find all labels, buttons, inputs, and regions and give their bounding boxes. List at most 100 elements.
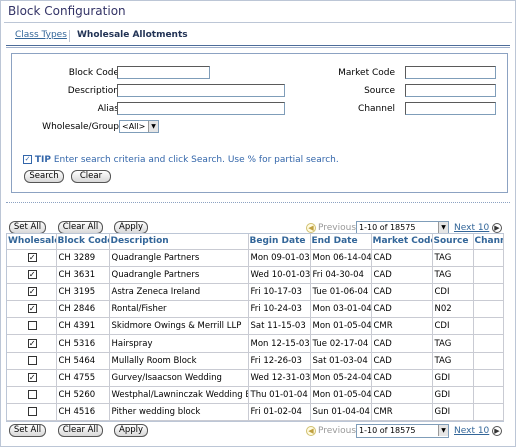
- table-row: CH 4516 Pither wedding block Fri 01-02-04 S…: [7, 403, 504, 422]
- wholesale-checkbox[interactable]: ✓: [27, 252, 37, 262]
- channel-cell: [473, 283, 504, 302]
- chevron-down-icon: ▼: [438, 425, 448, 436]
- wholesale-checkbox[interactable]: [27, 355, 37, 365]
- end-date-cell: Sun 01-04-04: [310, 403, 372, 422]
- channel-cell: [473, 334, 504, 353]
- wholesale-checkbox[interactable]: ✓: [27, 338, 37, 348]
- wholesale-checkbox[interactable]: ✓: [27, 304, 37, 314]
- description-cell: Quadrangle Partners: [109, 249, 249, 267]
- end-date-cell: Mon 05-24-04: [310, 369, 372, 388]
- channel-cell: [473, 249, 504, 267]
- tab-underline: [6, 45, 510, 46]
- block-code-cell: CH 5316: [56, 334, 110, 353]
- source-cell: TAG: [432, 249, 474, 267]
- wholesale-cell: ✓: [7, 300, 57, 319]
- source-cell: N02: [432, 300, 474, 319]
- wholesale-cell: ✓: [7, 249, 57, 267]
- wholesale-group-value: <All>: [122, 122, 146, 131]
- previous-arrow-icon: ◀: [306, 426, 316, 436]
- begin-date-cell: Wed 12-31-03: [248, 369, 311, 388]
- begin-date-cell: Wed 10-01-03: [248, 266, 311, 284]
- tab-underline-secondary: [6, 47, 510, 48]
- channel-label: Channel: [358, 104, 395, 114]
- source-label: Source: [364, 86, 395, 96]
- description-input[interactable]: [117, 84, 285, 97]
- next-link-top[interactable]: Next 10: [454, 223, 489, 233]
- end-date-cell: Mon 01-05-04: [310, 386, 372, 405]
- previous-link-top: Previous: [318, 223, 357, 233]
- wholesale-cell: [7, 403, 57, 422]
- column-header-begin-date: Begin Date: [248, 234, 311, 250]
- wholesale-group-select[interactable]: <All> ▼: [119, 120, 159, 133]
- apply-button-bottom[interactable]: Apply: [114, 424, 148, 437]
- channel-cell: [473, 403, 504, 422]
- source-cell: TAG: [432, 266, 474, 284]
- wholesale-group-label: Wholesale/Group: [42, 122, 119, 132]
- block-code-input[interactable]: [117, 66, 210, 79]
- market-code-cell: CAD: [371, 283, 433, 302]
- table-row: ✓ CH 3195 Astra Zeneca Ireland Fri 10-17-03…: [7, 283, 504, 302]
- clear-all-button-bottom[interactable]: Clear All: [58, 424, 103, 437]
- channel-cell: [473, 369, 504, 388]
- table-body: ✓ CH 3289 Quadrangle Partners Mon 09-01-03 M…: [7, 249, 504, 422]
- block-code-cell: CH 5260: [56, 386, 110, 405]
- wholesale-checkbox[interactable]: [27, 390, 37, 400]
- tab-class-types[interactable]: Class Types: [15, 30, 67, 40]
- next-link-bottom[interactable]: Next 10: [454, 426, 489, 436]
- column-header-source: Source: [432, 234, 474, 250]
- channel-input[interactable]: [405, 102, 496, 115]
- range-value: 1-10 of 18575: [359, 223, 416, 232]
- begin-date-cell: Fri 01-02-04: [248, 403, 311, 422]
- description-label: Description: [67, 86, 119, 96]
- market-code-input[interactable]: [405, 66, 496, 79]
- range-select-bottom[interactable]: 1-10 of 18575 ▼: [356, 424, 449, 438]
- begin-date-cell: Thu 01-01-04: [248, 386, 311, 405]
- tip-label: TIP: [34, 155, 51, 165]
- block-code-cell: CH 3289: [56, 249, 110, 267]
- market-code-cell: CAD: [371, 266, 433, 284]
- end-date-cell: Mon 01-05-04: [310, 317, 372, 336]
- wholesale-checkbox[interactable]: ✓: [27, 286, 37, 296]
- wholesale-cell: ✓: [7, 334, 57, 353]
- wholesale-cell: [7, 386, 57, 405]
- wholesale-cell: ✓: [7, 266, 57, 284]
- search-button[interactable]: Search: [24, 170, 64, 183]
- block-code-cell: CH 5464: [56, 352, 110, 370]
- description-cell: Pither wedding block: [109, 403, 249, 422]
- channel-cell: [473, 317, 504, 336]
- table-row: ✓ CH 2846 Rontal/Fisher Fri 10-24-03 Mon 03-…: [7, 300, 504, 319]
- next-arrow-icon[interactable]: ▶: [492, 223, 502, 233]
- description-cell: Astra Zeneca Ireland: [109, 283, 249, 302]
- market-code-cell: CAD: [371, 334, 433, 353]
- wholesale-checkbox[interactable]: ✓: [27, 269, 37, 279]
- tab-wholesale-allotments[interactable]: Wholesale Allotments: [77, 30, 188, 40]
- source-cell: TAG: [432, 334, 474, 353]
- clear-button[interactable]: Clear: [71, 170, 111, 183]
- column-header-block-code: Block Code: [56, 234, 110, 250]
- market-code-cell: CAD: [371, 300, 433, 319]
- wholesale-checkbox[interactable]: ✓: [27, 372, 37, 382]
- wholesale-cell: [7, 352, 57, 370]
- block-code-label: Block Code: [68, 68, 119, 78]
- market-code-cell: CMR: [371, 317, 433, 336]
- block-code-cell: CH 4391: [56, 317, 110, 336]
- channel-cell: [473, 266, 504, 284]
- begin-date-cell: Fri 12-26-03: [248, 352, 311, 370]
- source-cell: GDI: [432, 386, 474, 405]
- tip-text: Enter search criteria and click Search. …: [53, 155, 339, 165]
- wholesale-checkbox[interactable]: [27, 407, 37, 417]
- source-input[interactable]: [405, 84, 496, 97]
- description-cell: Hairspray: [109, 334, 249, 353]
- chevron-down-icon: ▼: [148, 121, 158, 132]
- block-code-cell: CH 4516: [56, 403, 110, 422]
- source-cell: CDI: [432, 317, 474, 336]
- wholesale-cell: ✓: [7, 369, 57, 388]
- begin-date-cell: Sat 11-15-03: [248, 317, 311, 336]
- table-row: ✓ CH 3631 Quadrangle Partners Wed 10-01-03 F…: [7, 266, 504, 284]
- next-arrow-icon[interactable]: ▶: [492, 426, 502, 436]
- set-all-button-bottom[interactable]: Set All: [9, 424, 46, 437]
- wholesale-checkbox[interactable]: [27, 321, 37, 331]
- page-title: Block Configuration: [8, 4, 126, 18]
- search-panel: Block Code Description Alias Wholesale/G…: [11, 53, 508, 193]
- alias-input[interactable]: [117, 102, 285, 115]
